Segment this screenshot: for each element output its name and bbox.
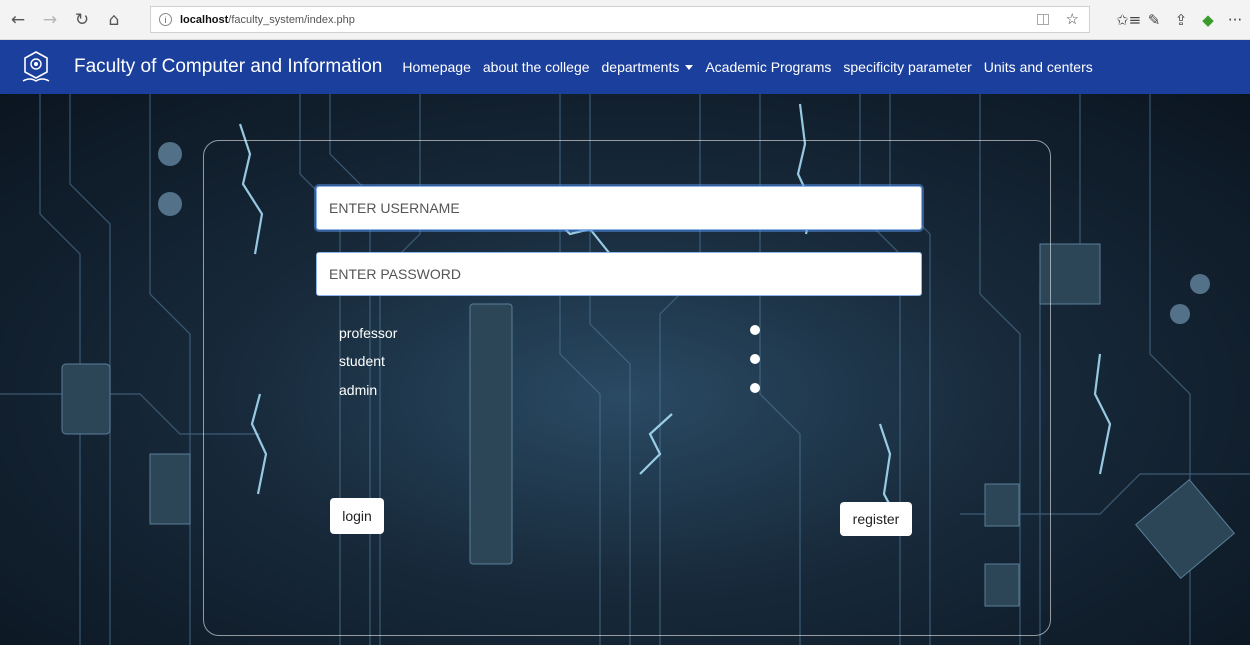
password-input[interactable] xyxy=(316,252,922,296)
browser-tools: ✩≡ ✎ ⇪ ◆ ··· xyxy=(1100,0,1250,40)
url-path: /faculty_system/index.php xyxy=(228,13,355,26)
main-menu: Homepage about the college departments A… xyxy=(396,59,1098,75)
nav-units-centers[interactable]: Units and centers xyxy=(978,59,1099,75)
university-logo-icon[interactable] xyxy=(20,50,52,84)
role-radio-admin[interactable] xyxy=(750,383,760,393)
role-label-professor: professor xyxy=(339,325,398,341)
role-radio-professor[interactable] xyxy=(750,325,760,335)
site-navbar: Faculty of Computer and Information Home… xyxy=(0,40,1250,94)
refresh-icon[interactable]: ↻ xyxy=(68,6,96,34)
extension-icon[interactable]: ◆ xyxy=(1197,11,1219,29)
back-icon[interactable]: ← xyxy=(4,6,32,34)
username-input[interactable] xyxy=(316,186,922,230)
nav-departments[interactable]: departments xyxy=(596,59,700,75)
nav-departments-label: departments xyxy=(601,59,680,75)
reading-view-icon[interactable] xyxy=(1037,14,1049,25)
favorites-list-icon[interactable]: ✩≡ xyxy=(1116,11,1141,29)
nav-homepage[interactable]: Homepage xyxy=(396,59,477,75)
nav-about-college[interactable]: about the college xyxy=(477,59,596,75)
home-icon[interactable]: ⌂ xyxy=(100,6,128,34)
url-host: localhost xyxy=(180,13,229,26)
nav-academic-programs[interactable]: Academic Programs xyxy=(699,59,837,75)
role-label-student: student xyxy=(339,353,385,369)
share-icon[interactable]: ⇪ xyxy=(1170,11,1192,29)
favorite-star-icon[interactable]: ☆ xyxy=(1066,10,1079,28)
info-icon[interactable]: i xyxy=(159,13,172,26)
caret-down-icon xyxy=(685,65,694,70)
more-icon[interactable]: ··· xyxy=(1224,11,1246,29)
nav-specificity-parameter[interactable]: specificity parameter xyxy=(837,59,977,75)
notes-icon[interactable]: ✎ xyxy=(1143,11,1165,29)
login-button[interactable]: login xyxy=(330,498,384,534)
address-bar[interactable]: i localhost /faculty_system/index.php ☆ xyxy=(150,6,1090,33)
register-button[interactable]: register xyxy=(840,502,912,536)
role-radio-student[interactable] xyxy=(750,354,760,364)
forward-icon[interactable]: → xyxy=(36,6,64,34)
brand-title[interactable]: Faculty of Computer and Information xyxy=(74,56,382,78)
browser-toolbar: ← → ↻ ⌂ i localhost /faculty_system/inde… xyxy=(0,0,1250,40)
role-label-admin: admin xyxy=(339,382,378,398)
